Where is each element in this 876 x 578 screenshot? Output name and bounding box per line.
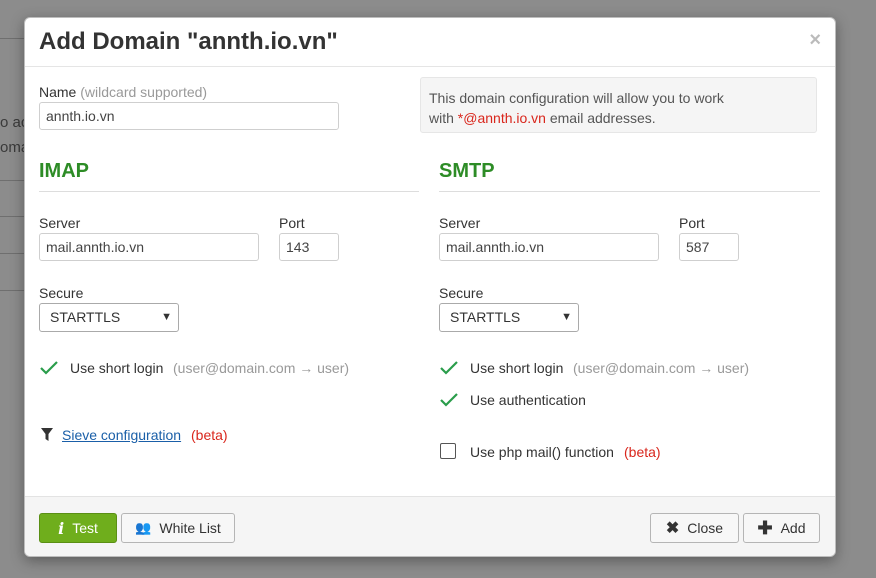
background-divider: [0, 180, 24, 181]
filter-icon: [41, 428, 53, 442]
test-button[interactable]: i Test: [39, 513, 117, 543]
smtp-port-input[interactable]: 587: [679, 233, 739, 261]
imap-short-login-hint: (user@domain.com → user): [173, 360, 350, 376]
imap-secure-value: STARTTLS: [50, 309, 121, 325]
smtp-short-login-hint: (user@domain.com → user): [573, 360, 750, 376]
dialog-header: Add Domain "annth.io.vn" ×: [25, 18, 835, 67]
imap-port-label: Port: [279, 215, 305, 231]
php-mail-label: Use php mail() function: [470, 444, 614, 460]
test-button-label: Test: [72, 520, 98, 536]
dialog-footer: i Test 👥 White List ✖ Close ✚ Add: [25, 496, 835, 556]
smtp-authentication-label: Use authentication: [470, 392, 586, 408]
smtp-server-label: Server: [439, 215, 481, 231]
background-divider: [0, 253, 24, 254]
smtp-short-login-checkbox[interactable]: [439, 359, 459, 377]
name-hint: (wildcard supported): [80, 84, 208, 100]
dialog-title: Add Domain "annth.io.vn": [39, 28, 338, 55]
info-line-1: This domain configuration will allow you…: [429, 90, 724, 106]
close-button-label: Close: [687, 520, 724, 536]
imap-short-login-label: Use short login: [70, 360, 164, 376]
checkmark-icon: [40, 361, 58, 375]
chevron-down-icon: ▼: [161, 311, 172, 323]
add-domain-dialog: Add Domain "annth.io.vn" × Name (wildcar…: [24, 17, 836, 557]
close-button[interactable]: ✖ Close: [650, 513, 739, 543]
imap-secure-select[interactable]: STARTTLS ▼: [39, 303, 179, 332]
close-icon: ✖: [665, 520, 680, 537]
background-divider: [0, 290, 24, 291]
close-icon[interactable]: ×: [809, 29, 821, 52]
info-line-2: with *@annth.io.vn email addresses.: [429, 108, 808, 128]
sieve-beta-badge: (beta): [191, 427, 228, 443]
smtp-secure-label: Secure: [439, 285, 484, 301]
add-button[interactable]: ✚ Add: [743, 513, 820, 543]
smtp-divider: [439, 191, 820, 192]
sieve-configuration-link[interactable]: Sieve configuration: [62, 427, 181, 443]
info-box: This domain configuration will allow you…: [420, 77, 817, 133]
smtp-secure-select[interactable]: STARTTLS ▼: [439, 303, 579, 332]
name-label: Name (wildcard supported): [39, 84, 207, 100]
background-divider: [0, 216, 24, 217]
imap-short-login-checkbox[interactable]: [39, 359, 59, 377]
imap-divider: [39, 191, 419, 192]
add-button-label: Add: [780, 520, 806, 536]
white-list-button[interactable]: 👥 White List: [121, 513, 235, 543]
plus-icon: ✚: [757, 517, 773, 538]
imap-server-label: Server: [39, 215, 81, 231]
imap-secure-label: Secure: [39, 285, 84, 301]
imap-title: IMAP: [39, 160, 89, 182]
info-icon: i: [58, 518, 65, 538]
background-divider: [0, 38, 24, 39]
imap-port-input[interactable]: 143: [279, 233, 339, 261]
checkmark-icon: [440, 393, 458, 407]
smtp-short-login-label: Use short login: [470, 360, 564, 376]
smtp-server-input[interactable]: mail.annth.io.vn: [439, 233, 659, 261]
name-label-text: Name: [39, 84, 77, 100]
info-domain-highlight: *@annth.io.vn: [457, 110, 546, 126]
smtp-secure-value: STARTTLS: [450, 309, 521, 325]
smtp-port-label: Port: [679, 215, 705, 231]
info-suffix: email addresses.: [545, 110, 656, 126]
info-prefix: with: [429, 110, 458, 126]
white-list-button-label: White List: [159, 520, 221, 536]
smtp-title: SMTP: [439, 160, 495, 182]
chevron-down-icon: ▼: [561, 311, 572, 323]
php-mail-beta-badge: (beta): [624, 444, 661, 460]
smtp-authentication-checkbox[interactable]: [439, 391, 459, 409]
php-mail-checkbox[interactable]: [440, 443, 456, 459]
users-icon: 👥: [135, 520, 152, 535]
name-input[interactable]: annth.io.vn: [39, 102, 339, 130]
checkmark-icon: [440, 361, 458, 375]
imap-server-input[interactable]: mail.annth.io.vn: [39, 233, 259, 261]
